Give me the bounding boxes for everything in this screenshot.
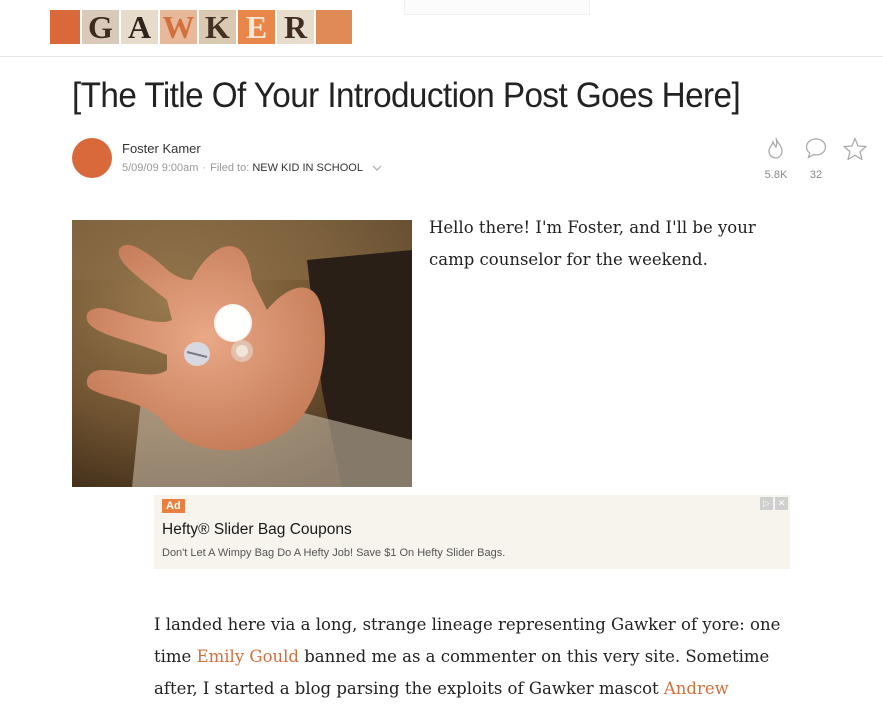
star-icon [842, 137, 868, 166]
views-stat[interactable]: 5.8K [756, 136, 796, 181]
post-photo-hand-with-pills[interactable] [72, 220, 412, 487]
header-nav-placeholder [404, 0, 590, 15]
ad-info-icon[interactable]: ▷ [760, 497, 773, 510]
sponsored-ad[interactable]: Ad ▷ ✕ Hefty® Slider Bag Coupons Don't L… [154, 495, 790, 569]
body-text: time [154, 647, 197, 666]
body-line: I landed here via a long, strange lineag… [154, 615, 781, 634]
save-stat[interactable] [840, 136, 870, 167]
comments-stat[interactable]: 32 [796, 136, 836, 181]
logo-letter: A [121, 10, 158, 44]
comment-icon [804, 138, 828, 164]
body-text: after, I started a blog parsing the expl… [154, 679, 664, 698]
body-line: after, I started a blog parsing the expl… [154, 673, 794, 705]
logo-letter: W [160, 10, 197, 44]
chevron-down-icon[interactable] [372, 162, 382, 174]
gawker-logo[interactable]: G A W K E R [50, 10, 352, 44]
body-paragraph: I landed here via a long, strange lineag… [154, 609, 794, 705]
ad-description: Don't Let A Wimpy Bag Do A Hefty Job! Sa… [162, 547, 506, 559]
post-title: [The Title Of Your Introduction Post Goe… [72, 76, 741, 115]
flame-icon [765, 137, 787, 164]
views-count: 5.8K [764, 169, 788, 181]
meta-separator: · [202, 162, 207, 174]
logo-letter: E [238, 10, 275, 44]
post-date[interactable]: 5/09/09 9:00am [122, 162, 198, 174]
page: G A W K E R [The Title Of Your Introduct… [0, 0, 883, 714]
ad-badge: Ad [162, 499, 185, 513]
logo-letter: G [82, 10, 119, 44]
intro-paragraph: Hello there! I'm Foster, and I'll be you… [429, 218, 756, 269]
filed-to-label: Filed to: [210, 162, 250, 174]
ad-title[interactable]: Hefty® Slider Bag Coupons [162, 521, 352, 539]
link-emily-gould[interactable]: Emily Gould [197, 647, 299, 666]
body-text: banned me as a commenter on this very si… [298, 647, 770, 666]
logo-block [50, 10, 80, 44]
link-andrew[interactable]: Andrew [664, 679, 729, 698]
body-line: time Emily Gould banned me as a commente… [154, 641, 794, 673]
logo-block [316, 10, 352, 44]
author-avatar[interactable] [72, 138, 112, 178]
site-header: G A W K E R [0, 0, 883, 57]
comments-count: 32 [809, 169, 823, 181]
logo-letter: R [277, 10, 314, 44]
author-name[interactable]: Foster Kamer [122, 141, 201, 156]
ad-choices[interactable]: ▷ ✕ [760, 497, 788, 510]
post-meta: 5/09/09 9:00am · Filed to: NEW KID IN SCHO… [122, 162, 382, 174]
close-icon[interactable]: ✕ [775, 497, 788, 510]
logo-letter: K [199, 10, 236, 44]
filed-to-tag[interactable]: NEW KID IN SCHOOL [252, 162, 362, 174]
